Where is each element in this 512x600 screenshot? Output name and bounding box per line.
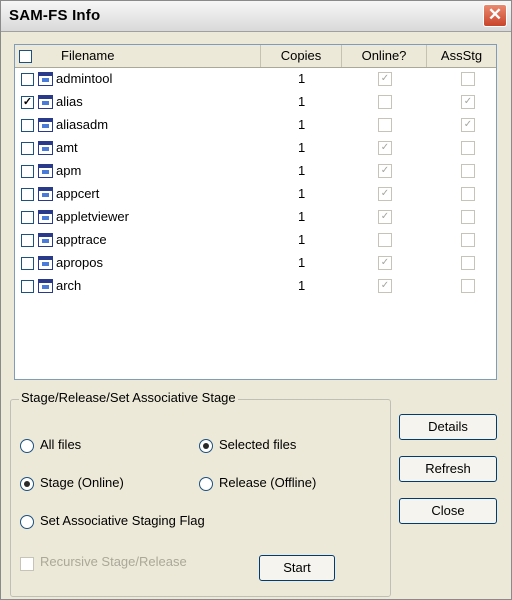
radio-all-files[interactable] [20,439,34,453]
filename-cell: appletviewer [56,209,129,224]
filename-cell: alias [56,94,83,109]
row-select-checkbox[interactable] [21,234,34,247]
file-icon [38,210,53,224]
recursive-checkbox[interactable] [20,557,34,571]
column-header-filename-label: Filename [61,48,115,63]
copies-cell: 1 [298,186,306,201]
file-icon [38,164,53,178]
online-checkbox: ✓ [378,210,392,224]
copies-cell: 1 [298,232,306,247]
radio-all-files-label: All files [40,437,82,452]
copies-cell: 1 [298,278,306,293]
table-row[interactable]: apm 1 ✓ [15,161,496,182]
online-checkbox: ✓ [378,256,392,270]
copies-cell: 1 [298,163,306,178]
table-row[interactable]: apropos 1 ✓ [15,253,496,274]
filename-cell: amt [56,140,78,155]
radio-selected-files[interactable] [199,439,213,453]
copies-cell: 1 [298,71,306,86]
assstg-checkbox [461,187,475,201]
column-header-copies[interactable]: Copies [261,45,342,67]
online-checkbox: ✓ [378,72,392,86]
row-select-checkbox[interactable] [21,165,34,178]
assstg-checkbox [461,164,475,178]
table-row[interactable]: amt 1 ✓ [15,138,496,159]
table-row[interactable]: appletviewer 1 ✓ [15,207,496,228]
recursive-checkbox-label: Recursive Stage/Release [40,554,187,569]
file-icon [38,279,53,293]
online-checkbox: ✓ [378,187,392,201]
column-header-filename[interactable]: Filename [15,45,261,67]
online-checkbox [378,233,392,247]
assstg-checkbox [461,256,475,270]
assstg-checkbox [461,210,475,224]
filename-cell: aliasadm [56,117,109,132]
list-header: Filename Copies Online? AssStg [15,45,496,68]
file-icon [38,187,53,201]
close-window-icon[interactable]: ✕ [483,4,507,27]
copies-cell: 1 [298,209,306,224]
radio-selected-files-label: Selected files [219,437,297,452]
assstg-checkbox [461,72,475,86]
table-row[interactable]: aliasadm 1 ✓ [15,115,496,136]
row-select-checkbox[interactable] [21,119,34,132]
online-checkbox [378,118,392,132]
online-checkbox [378,95,392,109]
row-select-checkbox[interactable]: ✓ [21,96,34,109]
copies-cell: 1 [298,94,306,109]
online-checkbox: ✓ [378,279,392,293]
filename-cell: admintool [56,71,113,86]
row-select-checkbox[interactable] [21,280,34,293]
radio-set-assoc-flag[interactable] [20,515,34,529]
radio-stage-online[interactable] [20,477,34,491]
sam-fs-info-window: SAM-FS Info ✕ Filename Copies Online? As… [0,0,512,600]
copies-cell: 1 [298,140,306,155]
window-title: SAM-FS Info [9,7,101,24]
file-icon [38,256,53,270]
filename-cell: appcert [56,186,100,201]
table-row[interactable]: arch 1 ✓ [15,276,496,297]
filename-cell: arch [56,278,82,293]
column-header-online[interactable]: Online? [342,45,427,67]
assstg-checkbox: ✓ [461,118,475,132]
radio-set-assoc-flag-label: Set Associative Staging Flag [40,513,205,528]
column-header-assstg[interactable]: AssStg [427,45,496,67]
groupbox-title: Stage/Release/Set Associative Stage [19,390,238,405]
table-row[interactable]: admintool 1 ✓ [15,69,496,90]
file-list[interactable]: Filename Copies Online? AssStg admintool… [14,44,497,380]
close-button[interactable]: Close [399,498,497,524]
file-icon [38,233,53,247]
start-button[interactable]: Start [259,555,335,581]
row-select-checkbox[interactable] [21,211,34,224]
title-bar[interactable]: SAM-FS Info ✕ [1,1,511,32]
row-select-checkbox[interactable] [21,142,34,155]
table-row[interactable]: apptrace 1 [15,230,496,251]
assstg-checkbox: ✓ [461,95,475,109]
filename-cell: apropos [56,255,103,270]
row-select-checkbox[interactable] [21,257,34,270]
table-row[interactable]: ✓ alias 1 ✓ [15,92,496,113]
assstg-checkbox [461,141,475,155]
filename-cell: apm [56,163,82,178]
radio-release-offline-label: Release (Offline) [219,475,317,490]
row-select-checkbox[interactable] [21,73,34,86]
file-icon [38,72,53,86]
details-button[interactable]: Details [399,414,497,440]
file-icon [38,118,53,132]
assstg-checkbox [461,279,475,293]
filename-cell: apptrace [56,232,107,247]
refresh-button[interactable]: Refresh [399,456,497,482]
copies-cell: 1 [298,255,306,270]
file-icon [38,95,53,109]
online-checkbox: ✓ [378,141,392,155]
file-icon [38,141,53,155]
row-select-checkbox[interactable] [21,188,34,201]
copies-cell: 1 [298,117,306,132]
select-all-checkbox[interactable] [19,50,32,63]
radio-release-offline[interactable] [199,477,213,491]
table-row[interactable]: appcert 1 ✓ [15,184,496,205]
assstg-checkbox [461,233,475,247]
radio-stage-online-label: Stage (Online) [40,475,124,490]
online-checkbox: ✓ [378,164,392,178]
